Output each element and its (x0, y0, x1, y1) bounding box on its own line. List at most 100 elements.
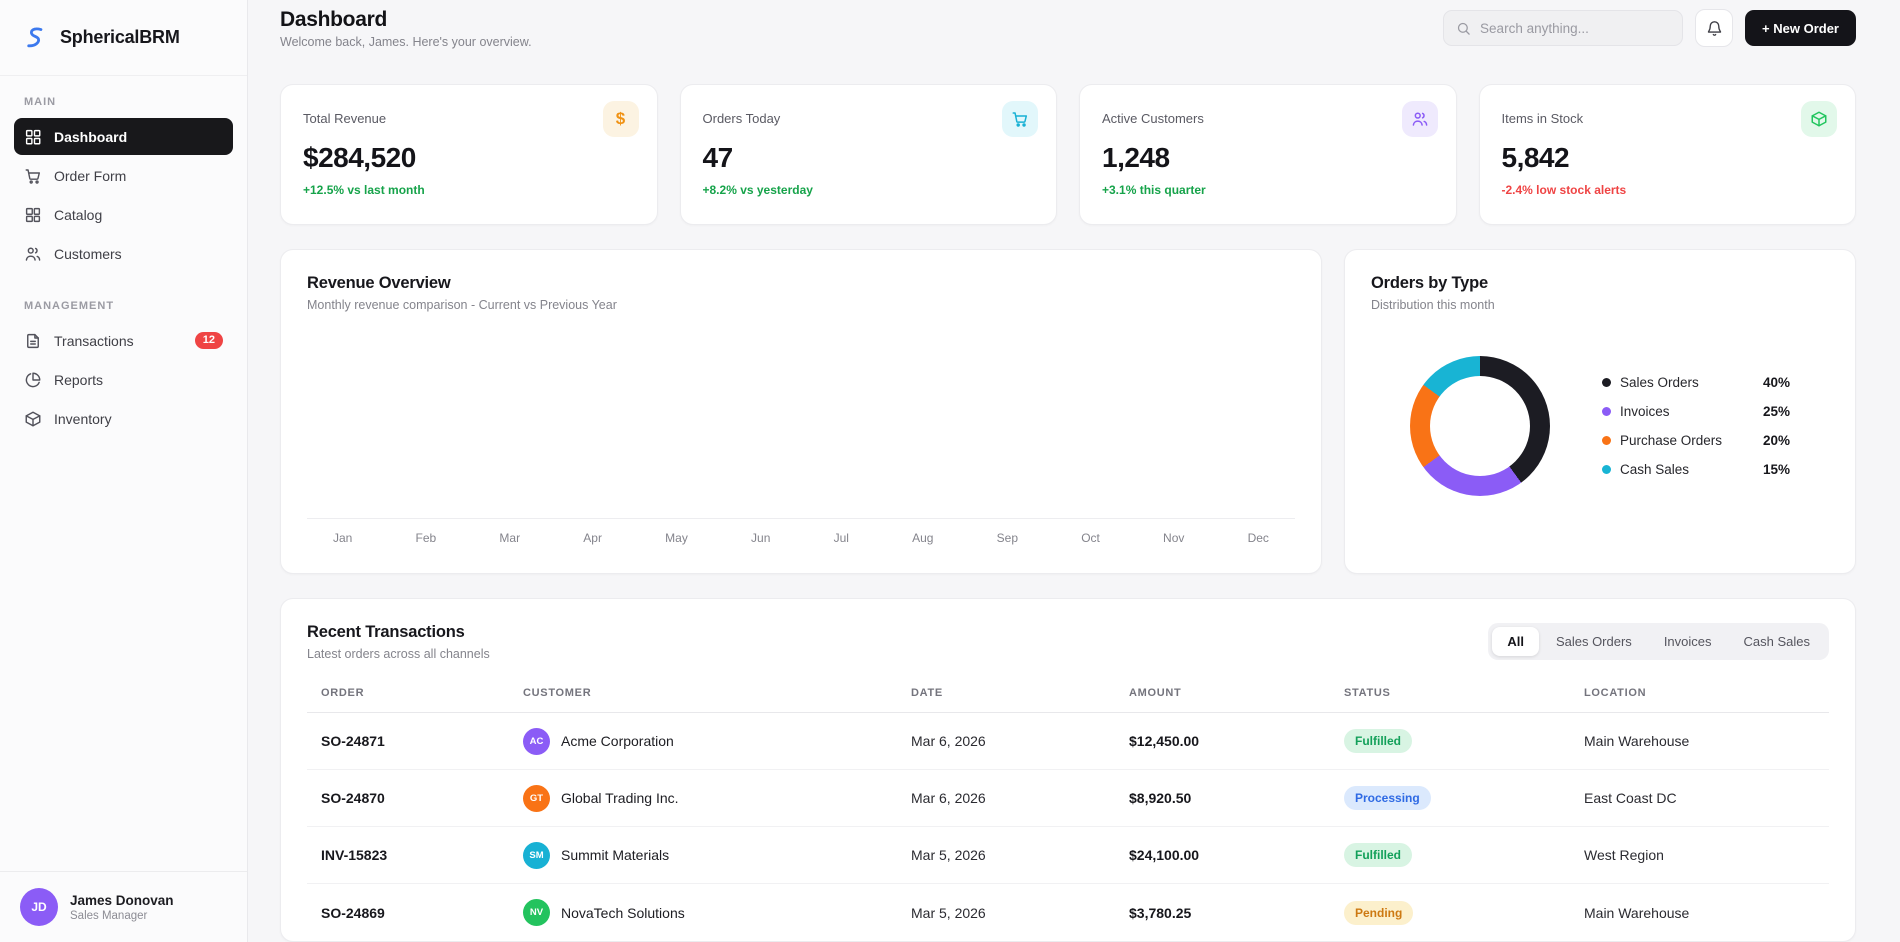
tab-cash-sales[interactable]: Cash Sales (1729, 627, 1825, 656)
users-icon (24, 245, 42, 263)
tab-invoices[interactable]: Invoices (1649, 627, 1727, 656)
transactions-table: ORDER CUSTOMER DATE AMOUNT STATUS LOCATI… (307, 687, 1829, 941)
transactions-title: Recent Transactions (307, 623, 490, 642)
stat-value: $284,520 (303, 142, 635, 174)
stats-row: Total Revenue $ $284,520 +12.5% vs last … (280, 84, 1856, 225)
stat-label: Active Customers (1102, 111, 1434, 126)
tab-all[interactable]: All (1492, 627, 1539, 656)
sidebar-item-transactions[interactable]: Transactions 12 (14, 322, 233, 359)
search-icon (1456, 21, 1471, 36)
avatar: GT (523, 785, 550, 812)
tab-sales-orders[interactable]: Sales Orders (1541, 627, 1647, 656)
legend-dot (1602, 378, 1611, 387)
sidebar-item-order-form[interactable]: Order Form (14, 157, 233, 194)
x-tick: Nov (1163, 531, 1184, 545)
x-tick: Feb (416, 531, 437, 545)
x-tick: May (665, 531, 688, 545)
table-row[interactable]: SO-24871 AC Acme Corporation Mar 6, 2026… (307, 713, 1829, 770)
sidebar-item-reports[interactable]: Reports (14, 361, 233, 398)
legend-item: Invoices 25% (1602, 404, 1790, 419)
x-tick: Aug (912, 531, 933, 545)
page-subtitle: Welcome back, James. Here's your overvie… (280, 35, 532, 49)
stat-label: Items in Stock (1502, 111, 1834, 126)
app-logo-icon (22, 25, 48, 51)
donut-hole (1430, 376, 1530, 476)
new-order-button[interactable]: + New Order (1745, 10, 1856, 46)
stat-delta: +3.1% this quarter (1102, 183, 1434, 197)
sidebar-item-label: Customers (54, 246, 223, 262)
page-title: Dashboard (280, 8, 532, 32)
stat-card-active-customers: Active Customers 1,248 +3.1% this quarte… (1079, 84, 1457, 225)
legend-item: Cash Sales 15% (1602, 462, 1790, 477)
x-tick: Jan (333, 531, 352, 545)
sidebar-item-inventory[interactable]: Inventory (14, 400, 233, 437)
search-input[interactable] (1480, 21, 1670, 36)
stat-value: 1,248 (1102, 142, 1434, 174)
revenue-chart-x-axis: Jan Feb Mar Apr May Jun Jul Aug Sep Oct … (307, 518, 1295, 549)
dollar-icon: $ (603, 101, 639, 137)
revenue-chart-plot (307, 312, 1295, 518)
status-badge: Fulfilled (1344, 843, 1412, 867)
legend-item: Sales Orders 40% (1602, 375, 1790, 390)
app-logo: SphericalBRM (0, 0, 247, 76)
x-tick: Sep (997, 531, 1018, 545)
sidebar-item-customers[interactable]: Customers (14, 235, 233, 272)
sidebar-item-catalog[interactable]: Catalog (14, 196, 233, 233)
stat-label: Total Revenue (303, 111, 635, 126)
app-name: SphericalBRM (60, 27, 180, 48)
revenue-overview-card: Revenue Overview Monthly revenue compari… (280, 249, 1322, 574)
sidebar-nav: MAIN Dashboard Order Form Catalog (0, 76, 247, 871)
cart-icon (24, 167, 42, 185)
user-profile[interactable]: JD James Donovan Sales Manager (0, 871, 247, 942)
x-tick: Apr (583, 531, 602, 545)
search-box[interactable] (1443, 10, 1683, 46)
sidebar-item-label: Order Form (54, 168, 223, 184)
status-badge: Pending (1344, 901, 1413, 925)
orders-chart-title: Orders by Type (1371, 274, 1829, 293)
user-name: James Donovan (70, 893, 174, 908)
content: Total Revenue $ $284,520 +12.5% vs last … (248, 56, 1900, 942)
users-icon (1402, 101, 1438, 137)
avatar: JD (20, 888, 58, 926)
x-tick: Jul (834, 531, 849, 545)
table-row[interactable]: SO-24869 NV NovaTech Solutions Mar 5, 20… (307, 884, 1829, 941)
document-icon (24, 332, 42, 350)
charts-row: Revenue Overview Monthly revenue compari… (280, 249, 1856, 574)
nav-section-main: MAIN (14, 96, 233, 108)
table-header: ORDER CUSTOMER DATE AMOUNT STATUS LOCATI… (307, 687, 1829, 713)
x-tick: Oct (1081, 531, 1100, 545)
orders-legend: Sales Orders 40% Invoices 25% Purchase O… (1602, 375, 1790, 477)
orders-by-type-card: Orders by Type Distribution this month S… (1344, 249, 1856, 574)
stat-delta: +12.5% vs last month (303, 183, 635, 197)
stat-card-items-in-stock: Items in Stock 5,842 -2.4% low stock ale… (1479, 84, 1857, 225)
main-area: Dashboard Welcome back, James. Here's yo… (248, 0, 1900, 942)
stat-value: 47 (703, 142, 1035, 174)
topbar: Dashboard Welcome back, James. Here's yo… (248, 0, 1900, 56)
avatar: AC (523, 728, 550, 755)
stat-delta: -2.4% low stock alerts (1502, 183, 1834, 197)
table-row[interactable]: SO-24870 GT Global Trading Inc. Mar 6, 2… (307, 770, 1829, 827)
avatar: NV (523, 899, 550, 926)
x-tick: Mar (499, 531, 520, 545)
legend-dot (1602, 465, 1611, 474)
dashboard-icon (24, 128, 42, 146)
orders-chart-subtitle: Distribution this month (1371, 298, 1829, 312)
sidebar-item-label: Inventory (54, 411, 223, 427)
legend-dot (1602, 407, 1611, 416)
table-row[interactable]: INV-15823 SM Summit Materials Mar 5, 202… (307, 827, 1829, 884)
transactions-subtitle: Latest orders across all channels (307, 647, 490, 661)
sidebar-item-dashboard[interactable]: Dashboard (14, 118, 233, 155)
sidebar-item-label: Catalog (54, 207, 223, 223)
stat-delta: +8.2% vs yesterday (703, 183, 1035, 197)
package-icon (1801, 101, 1837, 137)
package-icon (24, 410, 42, 428)
revenue-chart-title: Revenue Overview (307, 274, 1295, 293)
bell-icon (1706, 20, 1723, 37)
orders-donut (1410, 356, 1550, 496)
notifications-button[interactable] (1695, 9, 1733, 47)
avatar: SM (523, 842, 550, 869)
stat-label: Orders Today (703, 111, 1035, 126)
legend-dot (1602, 436, 1611, 445)
stat-card-orders-today: Orders Today 47 +8.2% vs yesterday (680, 84, 1058, 225)
sidebar-item-label: Dashboard (54, 129, 223, 145)
